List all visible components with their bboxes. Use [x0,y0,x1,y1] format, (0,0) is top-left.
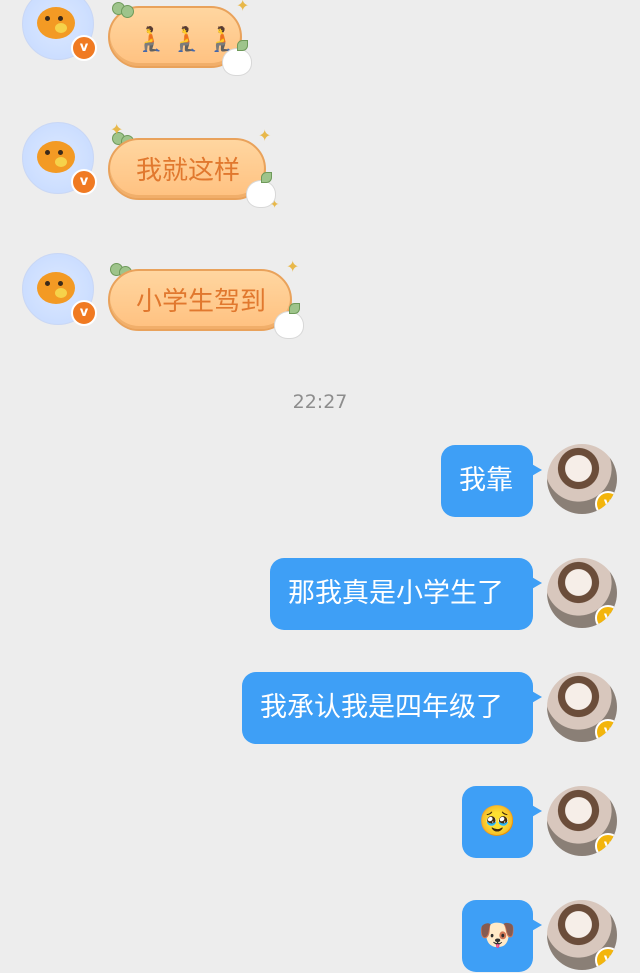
incoming-message: v 🧎🧎🧎 ✦ [0,0,640,80]
outgoing-message-bubble[interactable]: 我靠 [441,445,542,517]
sparkle-icon: ✦ [270,198,280,211]
user-avatar[interactable]: v [547,444,617,514]
outgoing-message-bubble[interactable]: 那我真是小学生了 [270,558,542,630]
sparkle-icon: ✦ [110,120,124,139]
verified-badge-icon: v [595,947,617,970]
chick-avatar[interactable]: v [22,253,97,326]
sparkle-icon: ✦ [258,126,272,145]
outgoing-message-bubble[interactable]: 🥹 [462,786,542,858]
chick-eye [45,281,50,286]
sticker-bubble[interactable]: 小学生驾到 [108,269,292,331]
outgoing-message-bubble[interactable]: 🐶 [462,900,542,972]
message-text: 我靠 [459,465,513,496]
radish-icon [274,303,304,339]
verified-badge-icon: v [595,491,617,514]
chick-icon [37,272,75,304]
user-avatar[interactable]: v [547,786,617,856]
chick-eye [58,16,63,21]
sparkle-icon: ✦ [236,0,250,15]
chick-eye [58,281,63,286]
verified-badge-icon: v [71,35,97,61]
chick-beak [55,157,67,167]
user-avatar[interactable]: v [547,672,617,742]
verified-badge-icon: v [595,719,617,742]
emoji-sticker: 🥹 [478,804,517,839]
sticker-bubble[interactable]: 我就这样 [108,138,266,200]
user-avatar[interactable]: v [547,558,617,628]
chick-eye [45,150,50,155]
chick-avatar[interactable]: v [22,122,97,195]
message-text: 我承认我是四年级了 [260,692,503,723]
user-avatar[interactable]: v [547,900,617,970]
verified-badge-icon: v [71,169,97,195]
verified-badge-icon: v [595,833,617,856]
sticker-emojis: 🧎🧎🧎 [136,25,244,53]
message-timestamp: 22:27 [292,391,348,413]
leaf-icon [112,2,134,18]
sticker-text: 小学生驾到 [136,287,267,317]
incoming-message: v 小学生驾到 ✦ [0,245,640,355]
sparkle-icon: ✦ [286,257,300,276]
chick-beak [55,23,67,33]
incoming-message: v ✦ 我就这样 ✦ ✦ [0,110,640,220]
outgoing-message-bubble[interactable]: 我承认我是四年级了 [242,672,542,744]
message-text: 那我真是小学生了 [288,578,504,609]
chick-avatar[interactable]: v [22,0,97,61]
chick-eye [58,150,63,155]
verified-badge-icon: v [71,300,97,326]
chick-beak [55,288,67,298]
sticker-text: 我就这样 [136,156,241,186]
radish-icon [222,40,252,76]
chick-icon [37,141,75,173]
chick-eye [45,16,50,21]
chick-icon [37,7,75,39]
verified-badge-icon: v [595,605,617,628]
